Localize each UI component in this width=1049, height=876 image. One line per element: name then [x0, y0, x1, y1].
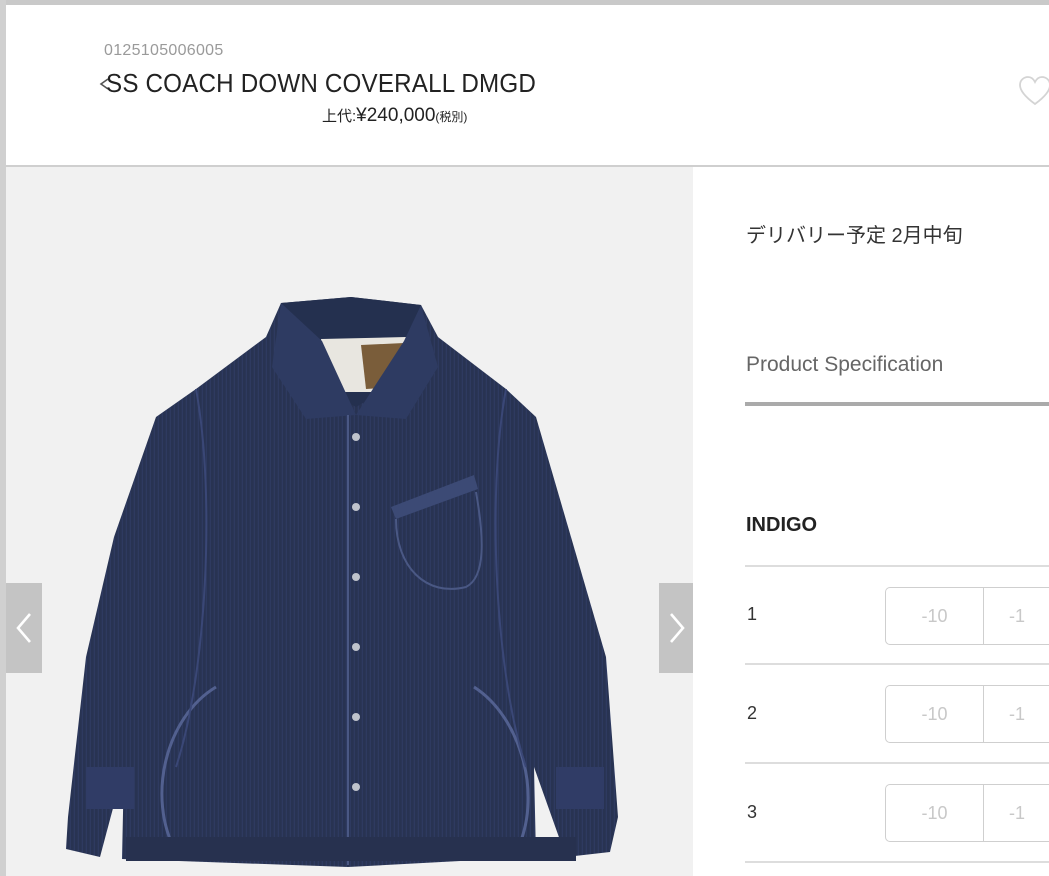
price-label: 上代: [322, 108, 357, 125]
minus-10-button[interactable]: -10 [886, 686, 984, 742]
row-divider [745, 565, 1049, 567]
product-sku: 0125105006005 [104, 42, 224, 59]
quantity-stepper: -10 -1 [885, 784, 1049, 842]
tab-product-specification[interactable]: Product Specification [746, 353, 943, 377]
gallery-next-button[interactable] [659, 583, 695, 673]
delivery-schedule: デリバリー予定 2月中旬 [746, 225, 963, 247]
price-tax-note: (税別) [435, 110, 468, 124]
product-gallery [6, 167, 695, 876]
product-price: 上代:¥240,000(税別) [322, 105, 467, 127]
row-divider [745, 762, 1049, 764]
size-label: 3 [747, 802, 758, 822]
minus-10-button[interactable]: -10 [886, 785, 984, 841]
gallery-prev-button[interactable] [6, 583, 42, 673]
chevron-left-icon [16, 613, 31, 643]
product-header: 0125105006005 SS COACH DOWN COVERALL DMG… [6, 5, 1049, 167]
minus-1-button[interactable]: -1 [984, 785, 1049, 841]
order-panel: デリバリー予定 2月中旬 Product Specification INDIG… [693, 167, 1049, 876]
product-title: SS COACH DOWN COVERALL DMGD [106, 68, 537, 98]
size-label: 1 [747, 604, 758, 624]
price-value: ¥240,000 [356, 105, 436, 126]
chevron-right-icon [670, 613, 685, 643]
minus-1-button[interactable]: -1 [984, 588, 1049, 644]
row-divider [745, 663, 1049, 665]
product-image [66, 297, 618, 867]
color-name: INDIGO [746, 514, 818, 536]
size-label: 2 [747, 703, 758, 723]
heart-icon[interactable] [1018, 75, 1049, 107]
minus-10-button[interactable]: -10 [886, 588, 984, 644]
quantity-stepper: -10 -1 [885, 587, 1049, 645]
row-divider [745, 861, 1049, 863]
quantity-stepper: -10 -1 [885, 685, 1049, 743]
minus-1-button[interactable]: -1 [984, 686, 1049, 742]
tab-underline [745, 402, 1049, 406]
